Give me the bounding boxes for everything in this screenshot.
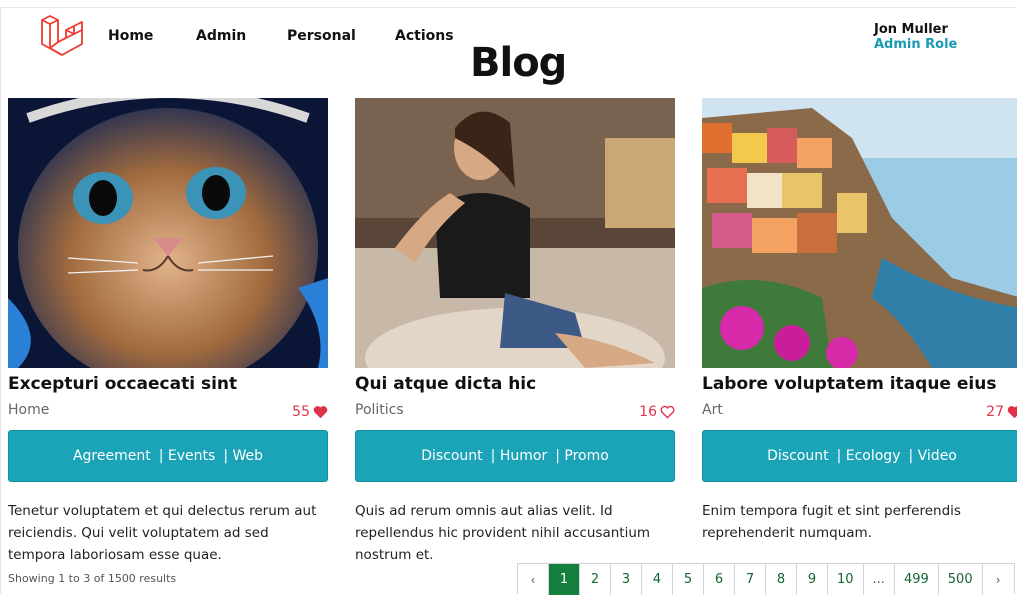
pagination-page-6[interactable]: 6 (704, 564, 735, 595)
pagination-next-button[interactable]: › (983, 564, 1014, 595)
post-category[interactable]: Home (8, 402, 49, 422)
pagination: ‹ 1 2 3 4 5 6 7 8 9 10 ... 499 500 › (517, 563, 1015, 595)
post-card: Qui atque dicta hic Politics 16 Discount… (355, 98, 675, 566)
pagination-summary: Showing 1 to 3 of 1500 results (8, 572, 177, 585)
tag-link[interactable]: | Video (908, 448, 956, 464)
post-title[interactable]: Labore voluptatem itaque eius (702, 374, 1017, 398)
post-category[interactable]: Politics (355, 402, 404, 422)
post-title[interactable]: Excepturi occaecati sint (8, 374, 328, 398)
user-menu[interactable]: Jon Muller Admin Role (874, 22, 957, 52)
pagination-page-4[interactable]: 4 (642, 564, 673, 595)
pagination-page-8[interactable]: 8 (766, 564, 797, 595)
tag-link[interactable]: | Humor (491, 448, 548, 464)
post-image-cat[interactable] (8, 98, 328, 368)
nav-item-admin[interactable]: Admin (196, 28, 246, 44)
user-name: Jon Muller (874, 22, 948, 37)
like-count: 55 (292, 404, 310, 420)
post-category[interactable]: Art (702, 402, 723, 422)
pagination-prev-button[interactable]: ‹ (518, 564, 549, 595)
like-count: 16 (639, 404, 657, 420)
pagination-ellipsis: ... (864, 564, 895, 595)
post-likes[interactable]: 27 (986, 402, 1017, 422)
tag-link[interactable]: | Promo (555, 448, 609, 464)
post-card: Labore voluptatem itaque eius Art 27 Dis… (702, 98, 1017, 544)
laravel-logo-icon[interactable] (38, 14, 86, 62)
nav-item-actions[interactable]: Actions (395, 28, 454, 44)
user-role: Admin Role (874, 37, 958, 52)
tag-link[interactable]: | Ecology (837, 448, 901, 464)
pagination-page-500[interactable]: 500 (939, 564, 983, 595)
post-image-coastal-town[interactable] (702, 98, 1017, 368)
post-description: Quis ad rerum omnis aut alias velit. Id … (355, 503, 651, 563)
post-tags: Discount | Humor | Promo (355, 430, 675, 482)
like-count: 27 (986, 404, 1004, 420)
post-likes[interactable]: 55 (292, 402, 328, 422)
post-image-woman[interactable] (355, 98, 675, 368)
post-card: Excepturi occaecati sint Home 55 Agreeme… (8, 98, 328, 566)
nav-item-personal[interactable]: Personal (287, 28, 356, 44)
post-description: Enim tempora fugit et sint perferendis r… (702, 503, 961, 541)
pagination-page-9[interactable]: 9 (797, 564, 828, 595)
post-tags: Agreement | Events | Web (8, 430, 328, 482)
tag-link[interactable]: Discount (767, 448, 828, 464)
pagination-page-3[interactable]: 3 (611, 564, 642, 595)
post-title[interactable]: Qui atque dicta hic (355, 374, 675, 398)
pagination-page-2[interactable]: 2 (580, 564, 611, 595)
nav-item-home[interactable]: Home (108, 28, 153, 44)
pagination-page-5[interactable]: 5 (673, 564, 704, 595)
pagination-page-499[interactable]: 499 (895, 564, 939, 595)
post-tags: Discount | Ecology | Video (702, 430, 1017, 482)
pagination-page-7[interactable]: 7 (735, 564, 766, 595)
post-description: Tenetur voluptatem et qui delectus rerum… (8, 503, 317, 563)
tag-link[interactable]: | Web (223, 448, 263, 464)
tag-link[interactable]: Agreement (73, 448, 151, 464)
heart-filled-icon[interactable] (1007, 405, 1017, 419)
tag-link[interactable]: | Events (159, 448, 216, 464)
pagination-page-1[interactable]: 1 (549, 564, 580, 595)
tag-link[interactable]: Discount (421, 448, 482, 464)
heart-outline-icon[interactable] (660, 405, 675, 419)
page-title: Blog (470, 40, 567, 86)
post-likes[interactable]: 16 (639, 402, 675, 422)
heart-filled-icon[interactable] (313, 405, 328, 419)
pagination-page-10[interactable]: 10 (828, 564, 864, 595)
